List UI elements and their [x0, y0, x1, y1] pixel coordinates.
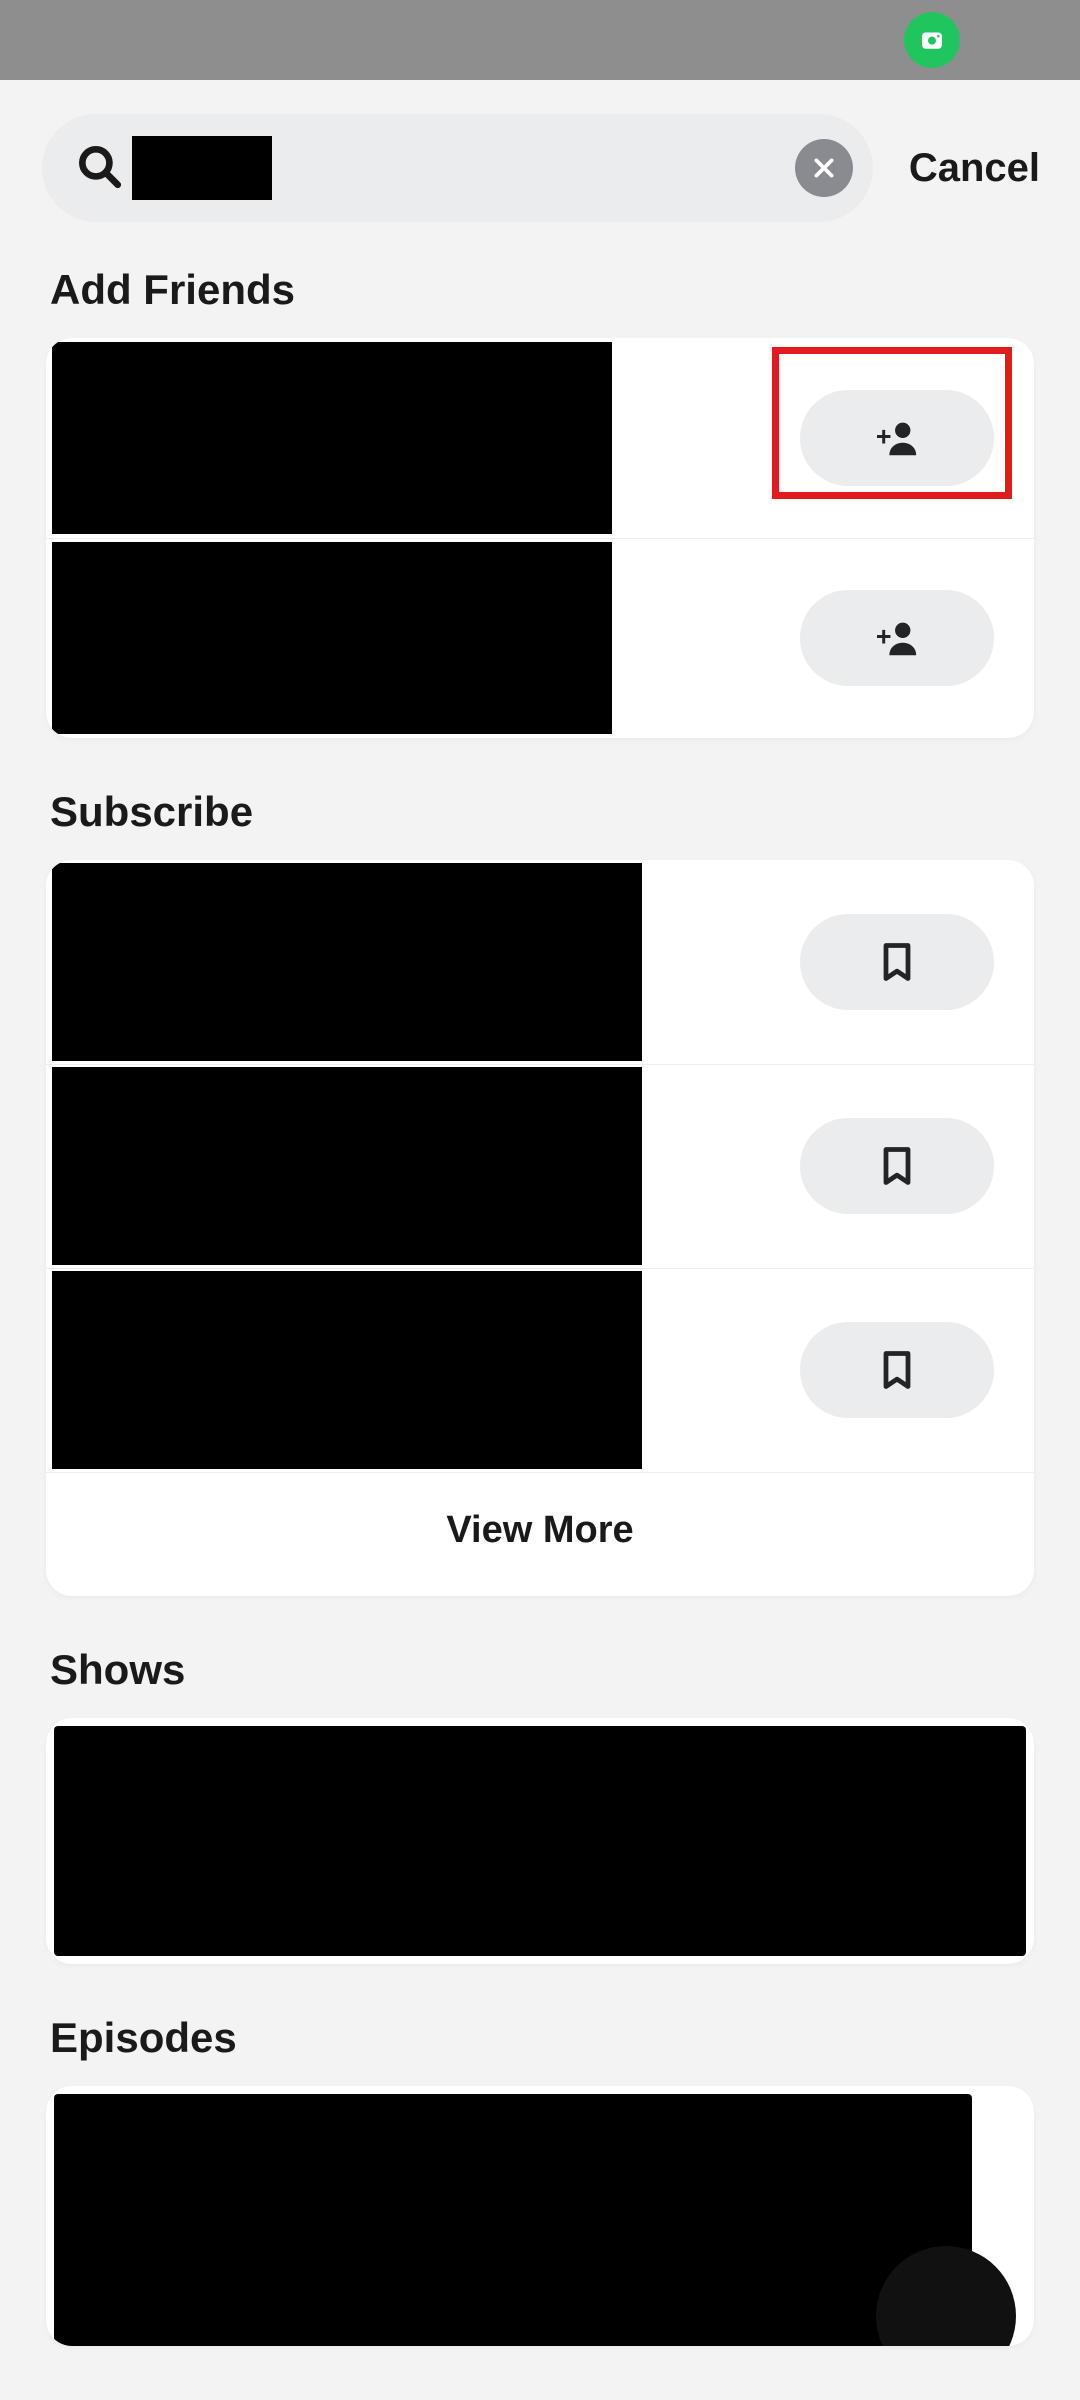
search-row: Cancel: [0, 80, 1080, 256]
friend-info-redacted: [52, 542, 612, 734]
subscribe-card: View More: [46, 860, 1034, 1596]
subscribe-button[interactable]: [800, 1322, 994, 1418]
search-icon: [74, 141, 124, 196]
subscribe-row[interactable]: [46, 1064, 1034, 1268]
section-title-add-friends: Add Friends: [0, 256, 1080, 338]
section-title-subscribe: Subscribe: [0, 778, 1080, 860]
section-title-shows: Shows: [0, 1636, 1080, 1718]
svg-text:+: +: [876, 422, 892, 452]
add-friend-button[interactable]: +: [800, 390, 994, 486]
section-title-episodes: Episodes: [0, 2004, 1080, 2086]
episodes-card[interactable]: [46, 2086, 1034, 2346]
subscribe-row[interactable]: [46, 1268, 1034, 1472]
shows-card[interactable]: [46, 1718, 1034, 1964]
subscribe-button[interactable]: [800, 1118, 994, 1214]
svg-text:+: +: [876, 622, 892, 652]
episode-item-redacted: [54, 2094, 972, 2346]
friend-row[interactable]: +: [46, 538, 1034, 738]
cancel-button[interactable]: Cancel: [909, 146, 1040, 191]
subscribe-info-redacted: [52, 863, 642, 1061]
view-more-button[interactable]: View More: [46, 1472, 1034, 1596]
camera-status-icon: [904, 12, 960, 68]
subscribe-button[interactable]: [800, 914, 994, 1010]
add-friend-button[interactable]: +: [800, 590, 994, 686]
status-bar: [0, 0, 1080, 80]
subscribe-info-redacted: [52, 1067, 642, 1265]
friend-row[interactable]: +: [46, 338, 1034, 538]
add-friends-card: + +: [46, 338, 1034, 738]
subscribe-info-redacted: [52, 1271, 642, 1469]
friend-info-redacted: [52, 342, 612, 534]
clear-search-button[interactable]: [795, 139, 853, 197]
show-item-redacted: [54, 1726, 1026, 1956]
subscribe-row[interactable]: [46, 860, 1034, 1064]
search-field[interactable]: [42, 114, 873, 222]
search-query-redacted: [132, 136, 272, 200]
